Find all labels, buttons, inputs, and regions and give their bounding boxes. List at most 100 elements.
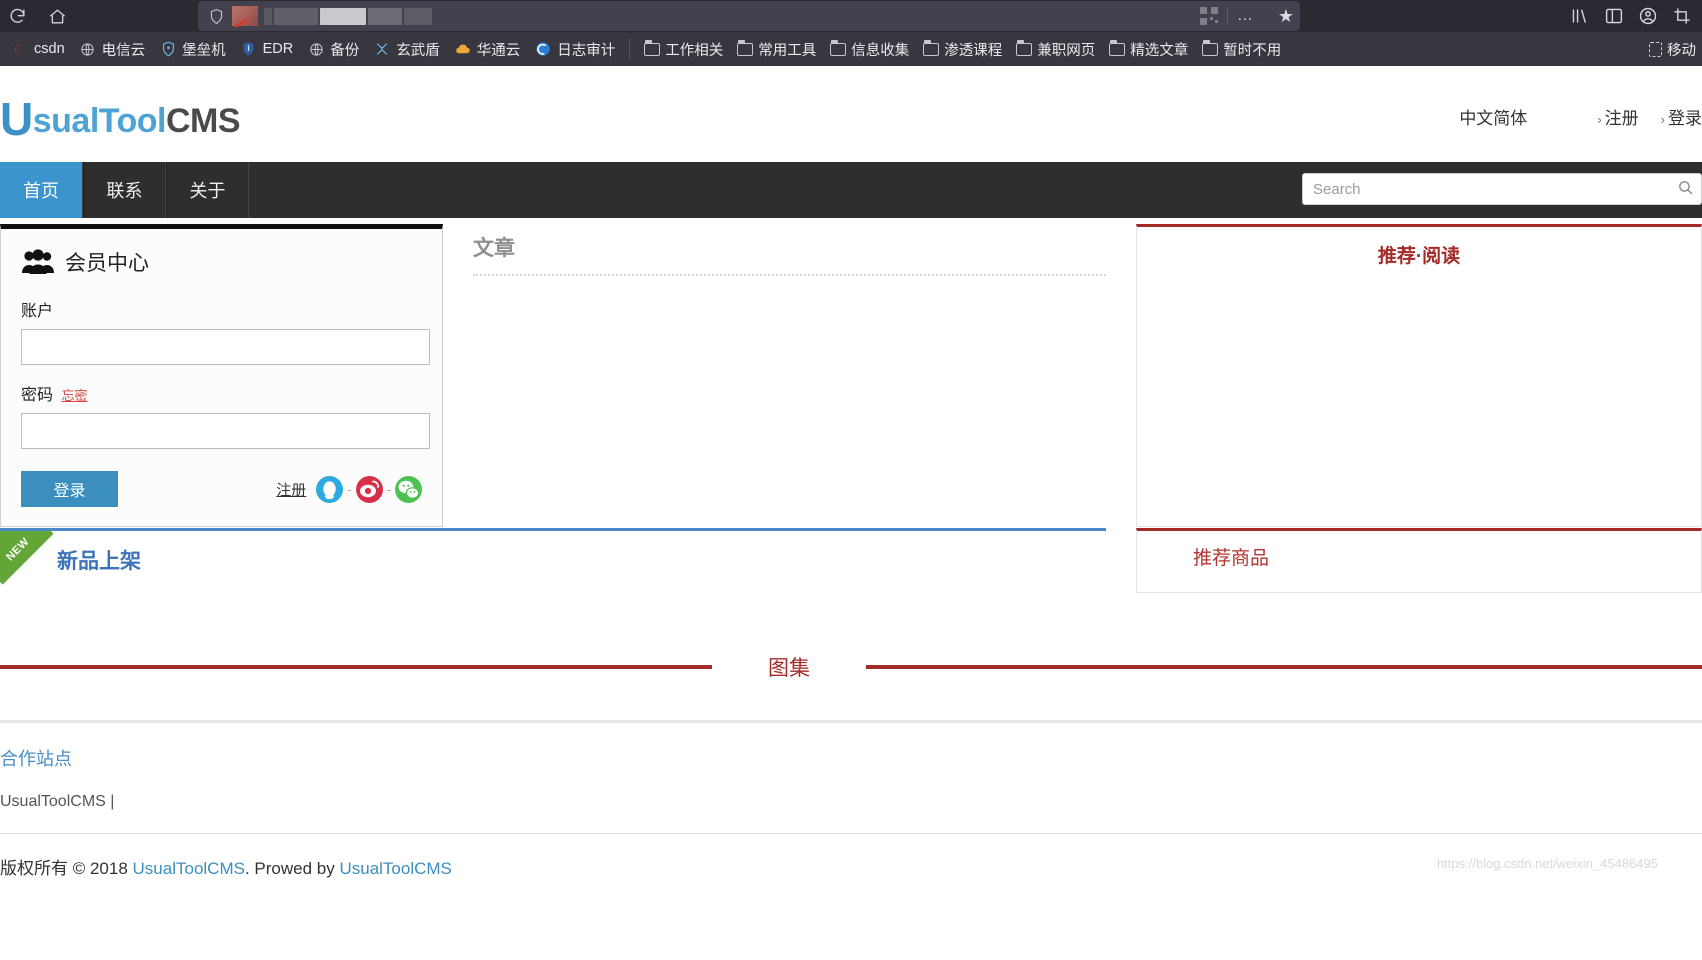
bookmark-label: EDR bbox=[262, 41, 294, 57]
globe-icon bbox=[79, 40, 97, 58]
bookmark-item[interactable]: 电信云 bbox=[72, 36, 153, 62]
tracking-protection-shield-icon[interactable] bbox=[204, 8, 228, 25]
sidebar-icon[interactable] bbox=[1604, 7, 1624, 25]
bookmark-label: 信息收集 bbox=[851, 42, 910, 59]
copyright-link-2[interactable]: UsualToolCMS bbox=[339, 859, 451, 878]
member-center-title: 会员中心 bbox=[21, 247, 422, 277]
password-input[interactable] bbox=[21, 413, 430, 449]
logo-letter-u: U bbox=[0, 93, 33, 145]
header-register-link[interactable]: › 注册 bbox=[1597, 104, 1638, 129]
header-links: 中文简体 › 注册 › 登录 bbox=[1459, 104, 1702, 129]
bookmark-item[interactable]: 玄武盾 bbox=[366, 36, 447, 62]
bookmark-folder[interactable]: 常用工具 bbox=[730, 36, 823, 62]
shield-blue-icon bbox=[159, 40, 177, 58]
article-section: 文章 bbox=[473, 224, 1106, 527]
bookmark-folder[interactable]: 渗透课程 bbox=[916, 36, 1009, 62]
nav-item-contact[interactable]: 联系 bbox=[83, 162, 166, 218]
bookmark-label: 日志审计 bbox=[557, 42, 616, 59]
partner-sites-title: 合作站点 bbox=[0, 749, 72, 769]
article-section-title: 文章 bbox=[473, 237, 515, 260]
header-login-link[interactable]: › 登录 bbox=[1661, 104, 1702, 129]
recommend-products-panel: 推荐商品 bbox=[1136, 528, 1702, 593]
bookmark-label: 工作相关 bbox=[665, 42, 724, 59]
login-button[interactable]: 登录 bbox=[21, 471, 118, 507]
bookmark-item[interactable]: csdn bbox=[4, 36, 72, 62]
bookmarks-overflow-button[interactable]: 移动 bbox=[1649, 39, 1696, 60]
copyright-link-1[interactable]: UsualToolCMS bbox=[133, 859, 245, 878]
caret-icon: › bbox=[1597, 112, 1602, 127]
qq-icon[interactable] bbox=[316, 475, 344, 503]
bookmark-star-icon[interactable]: ★ bbox=[1278, 6, 1294, 27]
cloud-icon bbox=[454, 40, 472, 58]
nav-item-about[interactable]: 关于 bbox=[166, 162, 249, 218]
new-ribbon-label: NEW bbox=[4, 535, 32, 564]
login-actions-row: 登录 注册 - - bbox=[21, 471, 422, 507]
bookmark-label: 精选文章 bbox=[1130, 42, 1189, 59]
bookmark-folder[interactable]: 精选文章 bbox=[1102, 36, 1195, 62]
address-bar[interactable]: … ★ bbox=[198, 1, 1300, 31]
bookmark-item[interactable]: 日志审计 bbox=[527, 36, 622, 62]
bookmarks-bar: csdn 电信云 堡垒机 EDR 备份 玄武盾 华通云 日志审计 工作相关 常用… bbox=[0, 32, 1702, 66]
reload-icon[interactable] bbox=[0, 1, 34, 31]
browser-chrome: … ★ csdn 电信云 堡垒机 EDR 备份 玄武盾 华通云 日志审计 工作相… bbox=[0, 0, 1702, 66]
gallery-rule-right bbox=[866, 665, 1702, 669]
bookmark-item[interactable]: 备份 bbox=[300, 36, 366, 62]
header-register-label: 注册 bbox=[1604, 109, 1639, 128]
gallery-title: 图集 bbox=[768, 657, 810, 680]
wechat-icon[interactable] bbox=[395, 475, 422, 503]
language-selector[interactable]: 中文简体 bbox=[1459, 104, 1527, 129]
site-logo[interactable]: UsualToolCMS bbox=[0, 92, 241, 146]
account-label: 账户 bbox=[21, 303, 54, 320]
bookmark-item[interactable]: 堡垒机 bbox=[152, 36, 233, 62]
social-login-row: 注册 - - bbox=[276, 475, 422, 503]
new-products-panel: NEW 新品上架 bbox=[0, 528, 1106, 593]
bookmark-label: 渗透课程 bbox=[944, 42, 1003, 59]
site-favicon bbox=[232, 6, 258, 26]
bookmark-item[interactable]: EDR bbox=[233, 36, 301, 62]
watermark: https://blog.csdn.net/weixin_45486495 bbox=[1436, 856, 1658, 871]
toolbar-divider bbox=[1226, 7, 1228, 25]
folder-icon bbox=[923, 39, 940, 56]
logo-mid: sualTool bbox=[32, 102, 167, 140]
bookmark-folder[interactable]: 兼职网页 bbox=[1009, 36, 1102, 62]
register-link[interactable]: 注册 bbox=[276, 479, 306, 500]
weibo-icon[interactable] bbox=[355, 475, 383, 503]
nav-item-home[interactable]: 首页 bbox=[0, 162, 83, 218]
address-bar-actions: … ★ bbox=[1199, 6, 1294, 27]
more-actions-icon[interactable]: … bbox=[1237, 8, 1254, 24]
gallery-rule-left bbox=[0, 665, 712, 669]
address-bar-text-blurred bbox=[264, 7, 432, 25]
bookmarks-divider bbox=[629, 39, 631, 59]
password-label-row: 密码 忘密 bbox=[21, 381, 422, 405]
folder-icon bbox=[644, 39, 661, 56]
home-icon[interactable] bbox=[40, 1, 74, 31]
partner-sites-links[interactable]: UsualToolCMS | bbox=[0, 771, 1702, 811]
main-navigation: 首页 联系 关于 bbox=[0, 162, 1702, 218]
library-icon[interactable] bbox=[1570, 7, 1590, 25]
bookmark-label: 兼职网页 bbox=[1037, 42, 1096, 59]
new-products-title: 新品上架 bbox=[57, 550, 141, 573]
browser-toolbar: … ★ bbox=[0, 0, 1702, 32]
extension-icon[interactable] bbox=[1672, 6, 1692, 26]
search-icon[interactable] bbox=[1677, 179, 1694, 201]
search-box bbox=[1302, 173, 1702, 205]
bookmark-label: 备份 bbox=[330, 42, 360, 59]
bookmark-item[interactable]: 华通云 bbox=[447, 36, 528, 62]
qr-code-icon[interactable] bbox=[1199, 7, 1218, 25]
bookmark-label: 华通云 bbox=[476, 42, 521, 59]
new-ribbon: NEW bbox=[0, 531, 54, 585]
password-label: 密码 bbox=[21, 387, 54, 404]
bookmark-folder[interactable]: 信息收集 bbox=[823, 36, 916, 62]
forgot-password-link[interactable]: 忘密 bbox=[61, 388, 87, 403]
account-icon[interactable] bbox=[1638, 6, 1658, 26]
gallery-heading-row: 图集 bbox=[0, 652, 1702, 682]
account-input[interactable] bbox=[21, 329, 430, 365]
folder-icon bbox=[737, 39, 754, 56]
member-center-panel: 会员中心 账户 密码 忘密 登录 注册 - - bbox=[0, 224, 443, 527]
bookmark-folder[interactable]: 工作相关 bbox=[637, 36, 730, 62]
csdn-icon bbox=[11, 40, 29, 58]
search-input[interactable] bbox=[1302, 173, 1702, 205]
header-login-label: 登录 bbox=[1668, 109, 1702, 128]
bookmark-folder[interactable]: 暂时不用 bbox=[1195, 36, 1288, 62]
